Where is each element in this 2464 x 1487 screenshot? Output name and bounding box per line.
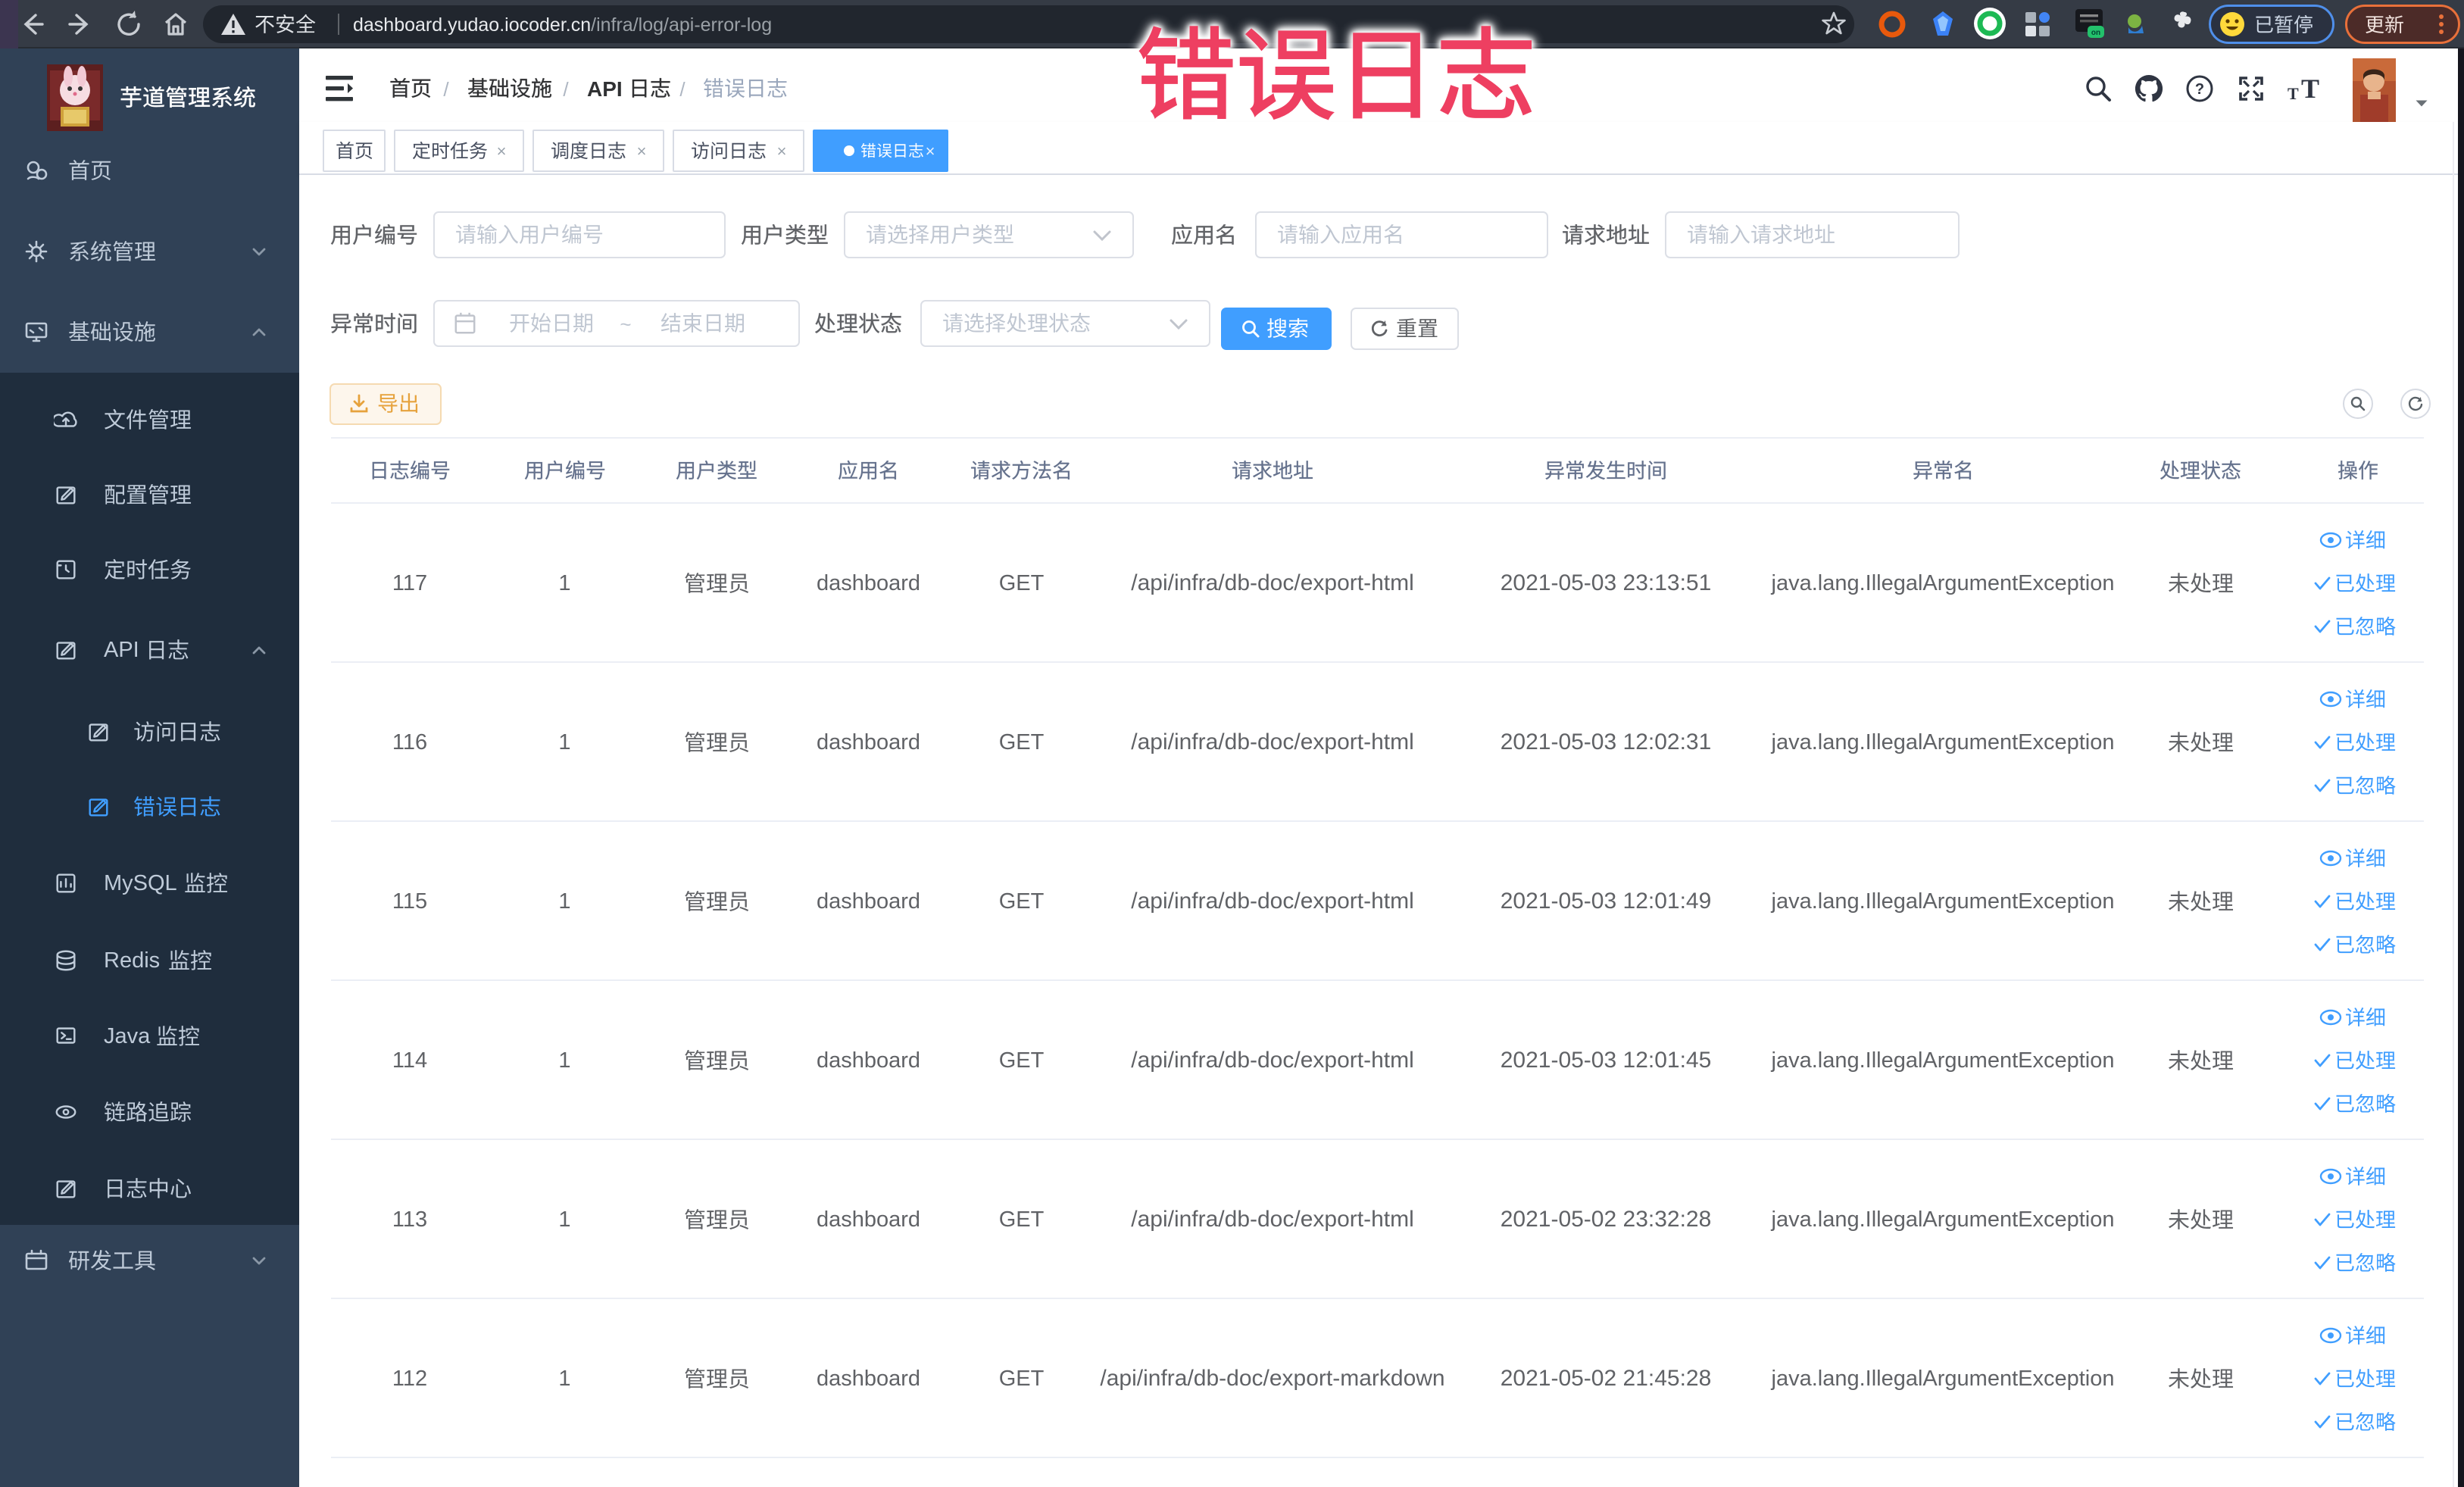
svg-text:T: T xyxy=(2301,75,2319,104)
svg-text:on: on xyxy=(2091,29,2100,37)
svg-text:?: ? xyxy=(2195,81,2204,98)
svg-text:T: T xyxy=(2288,84,2299,103)
